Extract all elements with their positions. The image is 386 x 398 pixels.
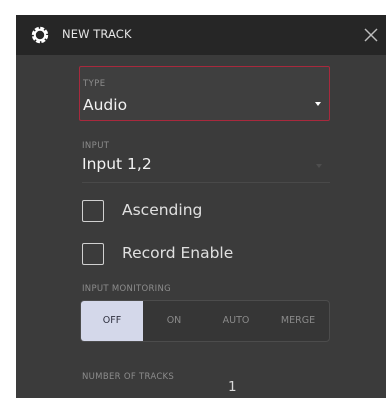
monitoring-option-on[interactable]: ON (143, 301, 205, 341)
title-bar: NEW TRACK (16, 15, 386, 55)
record-enable-label: Record Enable (122, 244, 234, 262)
type-value: Audio (83, 96, 128, 114)
record-enable-checkbox[interactable] (82, 243, 104, 265)
input-monitoring-label: INPUT MONITORING (82, 284, 172, 294)
caret-down-icon (316, 164, 322, 168)
new-track-dialog: NEW TRACK TYPE Audio INPUT Input 1,2 Asc… (16, 15, 386, 398)
input-label: INPUT (82, 141, 110, 151)
ascending-label: Ascending (122, 201, 203, 219)
type-label: TYPE (83, 79, 106, 89)
monitoring-option-off[interactable]: OFF (81, 301, 143, 341)
close-icon[interactable] (360, 24, 382, 46)
gear-icon (31, 26, 49, 44)
monitoring-option-merge[interactable]: MERGE (267, 301, 329, 341)
input-dropdown[interactable]: INPUT Input 1,2 (82, 137, 330, 183)
type-dropdown[interactable]: TYPE Audio (79, 66, 330, 121)
input-value: Input 1,2 (82, 155, 152, 173)
number-of-tracks-value[interactable]: 1 (228, 379, 237, 395)
input-underline (82, 182, 330, 183)
input-monitoring-selector: OFF ON AUTO MERGE (80, 300, 330, 342)
ascending-checkbox[interactable] (82, 200, 104, 222)
caret-down-icon (315, 102, 321, 106)
monitoring-option-auto[interactable]: AUTO (205, 301, 267, 341)
number-of-tracks-label: NUMBER OF TRACKS (82, 372, 175, 382)
dialog-title: NEW TRACK (62, 27, 132, 41)
